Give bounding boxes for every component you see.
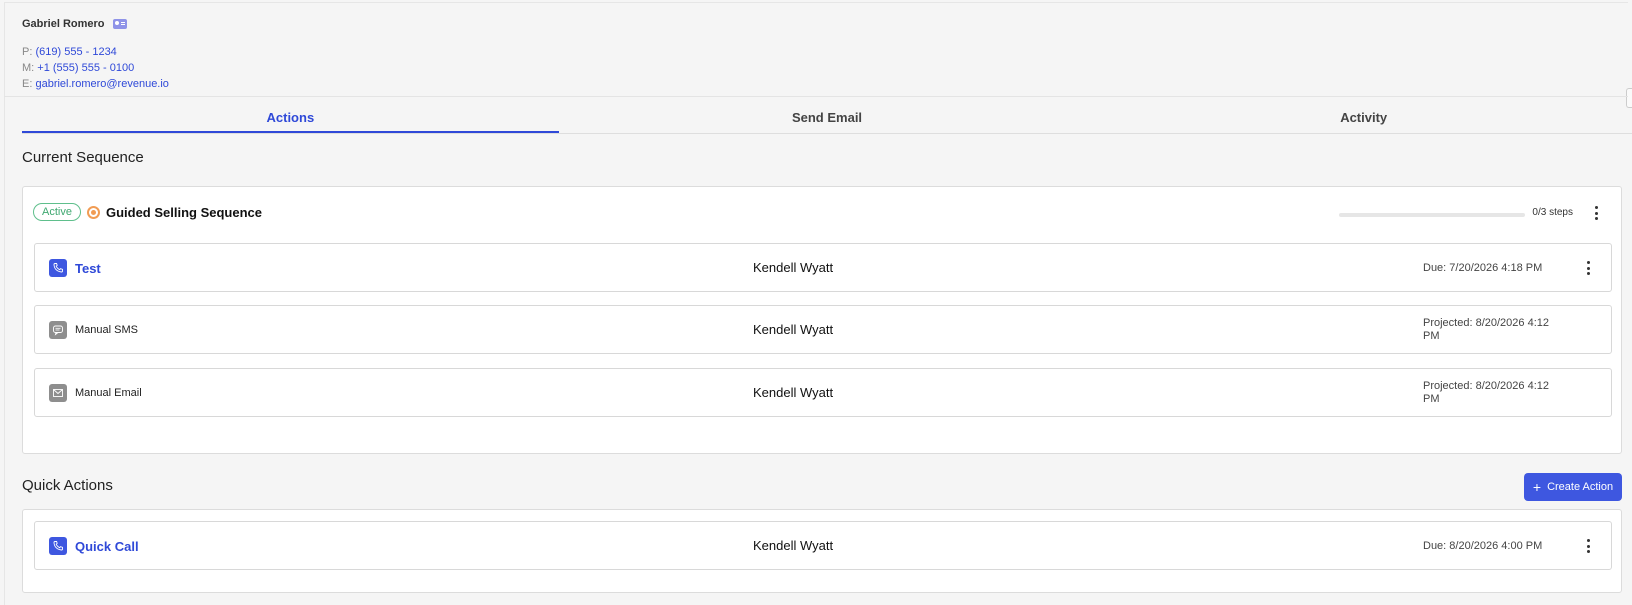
sequence-progress-bar <box>1339 213 1525 217</box>
plus-icon: + <box>1532 479 1542 495</box>
email-key: E: <box>22 78 33 90</box>
sequence-more-icon[interactable] <box>1589 204 1603 222</box>
phone-line: P: (619) 555 - 1234 <box>22 44 169 60</box>
contact-details: P: (619) 555 - 1234 M: +1 (555) 555 - 01… <box>22 44 169 92</box>
quick-actions-panel: Quick Call Kendell Wyatt Due: 8/20/2026 … <box>22 509 1622 593</box>
step-title[interactable]: Test <box>75 261 101 276</box>
step-date: Due: 7/20/2026 4:18 PM <box>1423 262 1563 275</box>
current-sequence-title: Current Sequence <box>22 149 144 166</box>
step-left: Manual Email <box>49 384 142 402</box>
contact-name: Gabriel Romero <box>22 18 105 30</box>
email-line: E: gabriel.romero@revenue.io <box>22 76 169 92</box>
sequence-header: Active Guided Selling Sequence <box>33 203 262 221</box>
contact-name-row: Gabriel Romero <box>22 18 169 30</box>
sequence-panel: Active Guided Selling Sequence 0/3 steps… <box>22 186 1622 454</box>
step-title[interactable]: Manual SMS <box>75 324 138 336</box>
email-icon <box>49 384 67 402</box>
sequence-step-row[interactable]: Manual Email Kendell Wyatt Projected: 8/… <box>34 368 1612 417</box>
quick-action-row[interactable]: Quick Call Kendell Wyatt Due: 8/20/2026 … <box>34 521 1612 570</box>
step-owner: Kendell Wyatt <box>753 385 834 400</box>
quick-action-left: Quick Call <box>49 537 139 555</box>
quick-action-owner: Kendell Wyatt <box>753 538 834 553</box>
email-link[interactable]: gabriel.romero@revenue.io <box>35 78 168 90</box>
contact-header: Gabriel Romero P: (619) 555 - 1234 M: +1… <box>22 18 169 92</box>
contact-card-icon[interactable] <box>112 19 127 29</box>
quick-action-more-icon[interactable] <box>1581 537 1595 555</box>
step-date-line-2: PM <box>1423 330 1440 342</box>
step-owner: Kendell Wyatt <box>753 322 834 337</box>
create-action-label: Create Action <box>1547 481 1614 493</box>
phone-icon <box>49 537 67 555</box>
step-date-line: Projected: 8/20/2026 4:12 <box>1423 380 1549 392</box>
mobile-line: M: +1 (555) 555 - 0100 <box>22 60 169 76</box>
step-more-icon[interactable] <box>1581 259 1595 277</box>
step-title[interactable]: Manual Email <box>75 387 142 399</box>
tab-activity[interactable]: Activity <box>1095 104 1632 133</box>
status-badge: Active <box>33 203 81 221</box>
mobile-link[interactable]: +1 (555) 555 - 0100 <box>37 62 134 74</box>
tab-send-email[interactable]: Send Email <box>559 104 1096 133</box>
tab-bar: Actions Send Email Activity <box>22 104 1632 134</box>
step-left: Manual SMS <box>49 321 138 339</box>
phone-key: P: <box>22 46 33 58</box>
steps-count: 0/3 steps <box>1532 207 1573 218</box>
quick-action-date: Due: 8/20/2026 4:00 PM <box>1423 540 1543 552</box>
quick-action-title[interactable]: Quick Call <box>75 539 139 554</box>
step-left: Test <box>49 259 101 277</box>
step-date-line: Due: 7/20/2026 4:18 PM <box>1423 262 1543 274</box>
create-action-button[interactable]: + Create Action <box>1524 473 1622 501</box>
mobile-key: M: <box>22 62 35 74</box>
step-date-line: Projected: 8/20/2026 4:12 <box>1423 317 1549 329</box>
step-date: Projected: 8/20/2026 4:12 PM <box>1423 380 1563 406</box>
sequence-name[interactable]: Guided Selling Sequence <box>106 205 262 220</box>
quick-actions-title: Quick Actions <box>22 477 113 494</box>
step-owner: Kendell Wyatt <box>753 260 834 275</box>
target-icon <box>86 205 100 219</box>
sequence-step-row[interactable]: Manual SMS Kendell Wyatt Projected: 8/20… <box>34 305 1612 354</box>
tab-actions[interactable]: Actions <box>22 104 559 133</box>
phone-link[interactable]: (619) 555 - 1234 <box>35 46 116 58</box>
sms-icon <box>49 321 67 339</box>
header-divider <box>4 96 1628 97</box>
phone-icon <box>49 259 67 277</box>
step-date: Projected: 8/20/2026 4:12 PM <box>1423 317 1563 343</box>
step-date-line-2: PM <box>1423 393 1440 405</box>
sequence-step-row[interactable]: Test Kendell Wyatt Due: 7/20/2026 4:18 P… <box>34 243 1612 292</box>
